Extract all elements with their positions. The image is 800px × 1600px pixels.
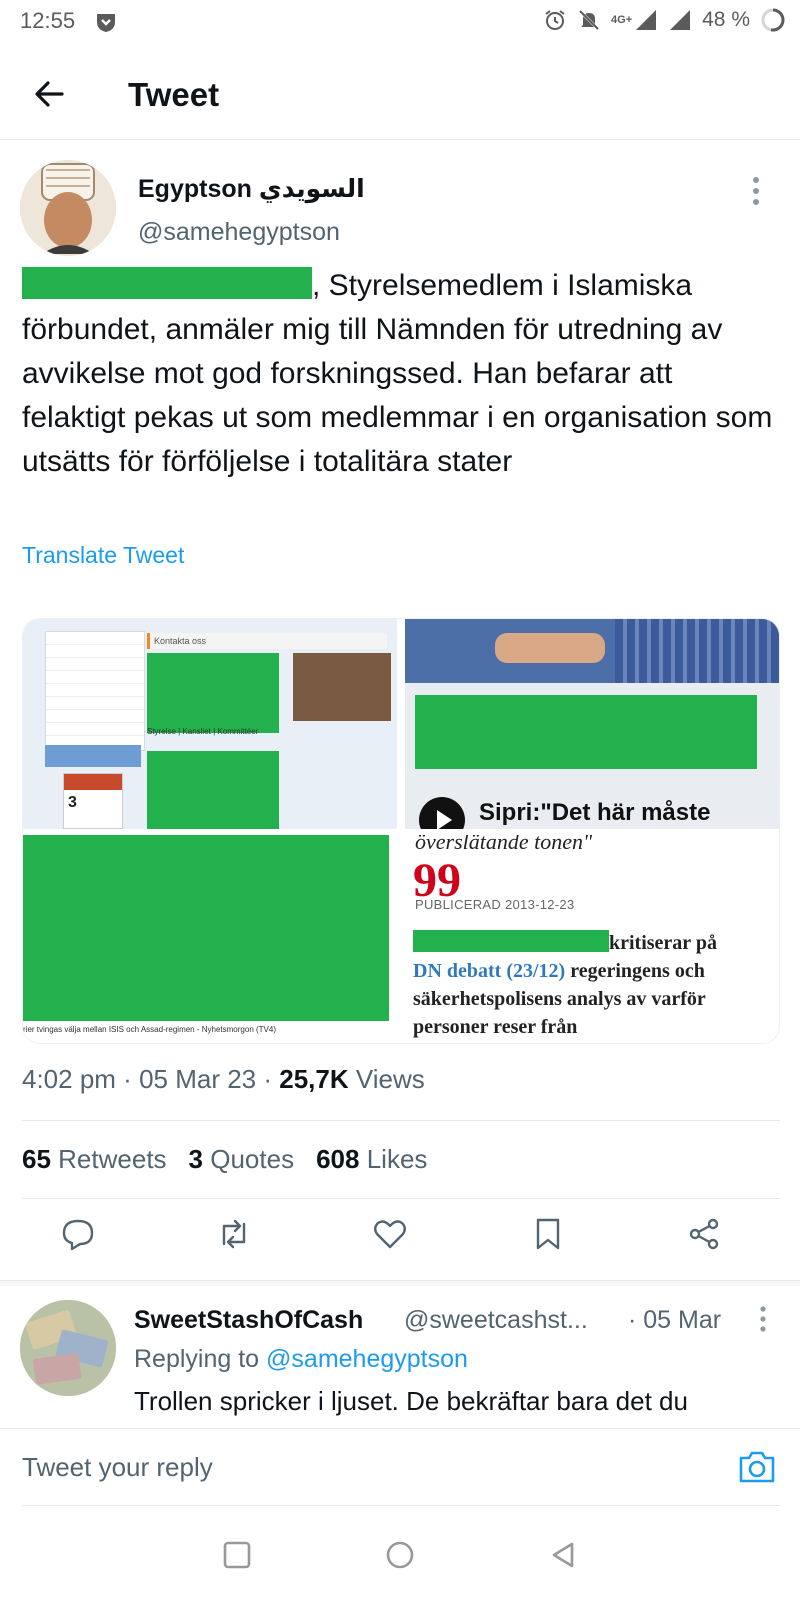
handshake-photo	[405, 619, 779, 683]
retweets-label: Retweets	[58, 1144, 167, 1174]
reply-author-name[interactable]: SweetStashOfCash	[134, 1306, 363, 1335]
redaction-block	[147, 751, 279, 829]
more-options-icon[interactable]	[752, 176, 760, 206]
redaction-block	[23, 835, 389, 1021]
retweets-stat[interactable]: 65 Retweets	[22, 1144, 167, 1175]
tweet-meta: 4:02 pm · 05 Mar 23 · 25,7K Views	[22, 1064, 425, 1094]
bookmark-button[interactable]	[530, 1216, 570, 1256]
share-button[interactable]	[686, 1216, 726, 1256]
redaction-block	[147, 653, 279, 733]
replying-to: Replying to @samehegyptson	[134, 1345, 468, 1374]
redacted-name	[22, 267, 312, 299]
camera-icon[interactable]	[738, 1449, 776, 1485]
signal-icon	[670, 10, 691, 30]
media-image-4[interactable]: överslätande tonen" 99 PUBLICERAD 2013-1…	[405, 835, 779, 1043]
more-options-icon[interactable]	[760, 1306, 766, 1332]
media-image-1[interactable]: Kontakta oss Styrelse | Kansliet | Kommi…	[23, 619, 397, 829]
redaction-block	[415, 695, 757, 769]
bookmark-icon	[536, 1218, 560, 1250]
home-icon[interactable]	[385, 1540, 415, 1570]
reply-text: Trollen spricker i ljuset. De bekräftar …	[134, 1386, 688, 1416]
redacted-name	[413, 930, 609, 952]
author-handle[interactable]: @samehegyptson	[138, 218, 340, 247]
tweet-text: , Styrelsemedlem i Islamiska förbundet, …	[22, 264, 782, 484]
media-grid: Kontakta oss Styrelse | Kansliet | Kommi…	[22, 618, 780, 1044]
top-bar: Tweet	[0, 52, 800, 140]
website-header: Kontakta oss	[147, 633, 387, 649]
article-link: DN debatt (23/12)	[413, 960, 566, 982]
quotes-count: 3	[188, 1144, 204, 1174]
tweet-stats: 65 Retweets 3 Quotes 608 Likes	[22, 1144, 427, 1175]
quotes-label: Quotes	[210, 1144, 295, 1174]
retweets-count: 65	[22, 1144, 51, 1174]
views-label: Views	[355, 1064, 425, 1094]
retweet-button[interactable]	[216, 1216, 256, 1256]
retweet-icon	[222, 1219, 246, 1249]
translate-tweet-link[interactable]: Translate Tweet	[22, 542, 184, 569]
likes-label: Likes	[366, 1144, 428, 1174]
signal-icon	[636, 10, 657, 30]
video-caption: Sipri:"Det här måste	[479, 799, 711, 826]
calendar-icon: 3	[63, 773, 123, 829]
article-published: PUBLICERAD 2013-12-23	[415, 897, 575, 912]
reply-separator	[0, 1280, 800, 1286]
reply-composer	[0, 1428, 800, 1507]
muted-bell-icon	[578, 9, 600, 31]
page-title: Tweet	[128, 76, 220, 113]
reply-date: · 05 Mar	[628, 1306, 722, 1334]
media-image-2[interactable]: Sipri:"Det här måste	[405, 619, 779, 829]
website-banner	[45, 745, 141, 767]
article-body: kritiserar på DN debatt (23/12) regering…	[413, 929, 773, 1041]
website-menu	[45, 631, 145, 751]
reply-button[interactable]	[60, 1216, 100, 1256]
tv-caption: rier tvingas välja mellan ISIS och Assad…	[23, 1025, 276, 1034]
tweet-time: 4:02 pm	[22, 1064, 116, 1094]
likes-stat[interactable]: 608 Likes	[316, 1144, 427, 1175]
website-tabs: Styrelse | Kansliet | Kommittéer	[147, 727, 259, 736]
avatar[interactable]	[20, 160, 116, 256]
like-button[interactable]	[372, 1216, 412, 1256]
media-image-3[interactable]: rier tvingas välja mellan ISIS och Assad…	[23, 835, 397, 1043]
replying-prefix: Replying to	[134, 1345, 260, 1373]
battery-icon	[761, 8, 785, 32]
divider	[22, 1120, 780, 1121]
back-triangle-icon[interactable]	[548, 1540, 578, 1570]
status-bar: 12:55 4G+ 48 %	[0, 0, 800, 44]
views-count: 25,7K	[279, 1064, 349, 1094]
article-quote-text: överslätande tonen"	[415, 835, 593, 854]
article-body-a: kritiserar på	[609, 932, 717, 954]
reply-author-handle[interactable]: @sweetcashst...	[404, 1306, 588, 1335]
reply-avatar[interactable]	[20, 1300, 116, 1396]
reply-input[interactable]	[22, 1447, 702, 1487]
author-name[interactable]: Egyptson السويدي	[138, 174, 365, 204]
reply-icon	[62, 1219, 94, 1251]
shield-icon	[97, 14, 115, 32]
status-time: 12:55	[20, 8, 76, 33]
building-photo	[293, 653, 391, 721]
arrow-left-icon[interactable]	[30, 74, 70, 114]
divider	[22, 1198, 780, 1199]
quotes-stat[interactable]: 3 Quotes	[189, 1144, 295, 1175]
replying-to-handle[interactable]: @samehegyptson	[266, 1345, 468, 1373]
share-icon	[689, 1218, 719, 1250]
likes-count: 608	[316, 1144, 360, 1174]
alarm-icon	[545, 10, 565, 30]
tweet-body: , Styrelsemedlem i Islamiska förbundet, …	[22, 269, 773, 478]
battery-level: 48 %	[702, 8, 750, 31]
calendar-day: 3	[68, 794, 77, 811]
system-nav-bar	[0, 1506, 800, 1600]
heart-icon	[374, 1220, 406, 1249]
network-type: 4G+	[611, 14, 633, 26]
action-bar	[0, 1206, 800, 1266]
recents-icon[interactable]	[222, 1540, 252, 1570]
tweet-date: 05 Mar 23	[139, 1064, 257, 1094]
